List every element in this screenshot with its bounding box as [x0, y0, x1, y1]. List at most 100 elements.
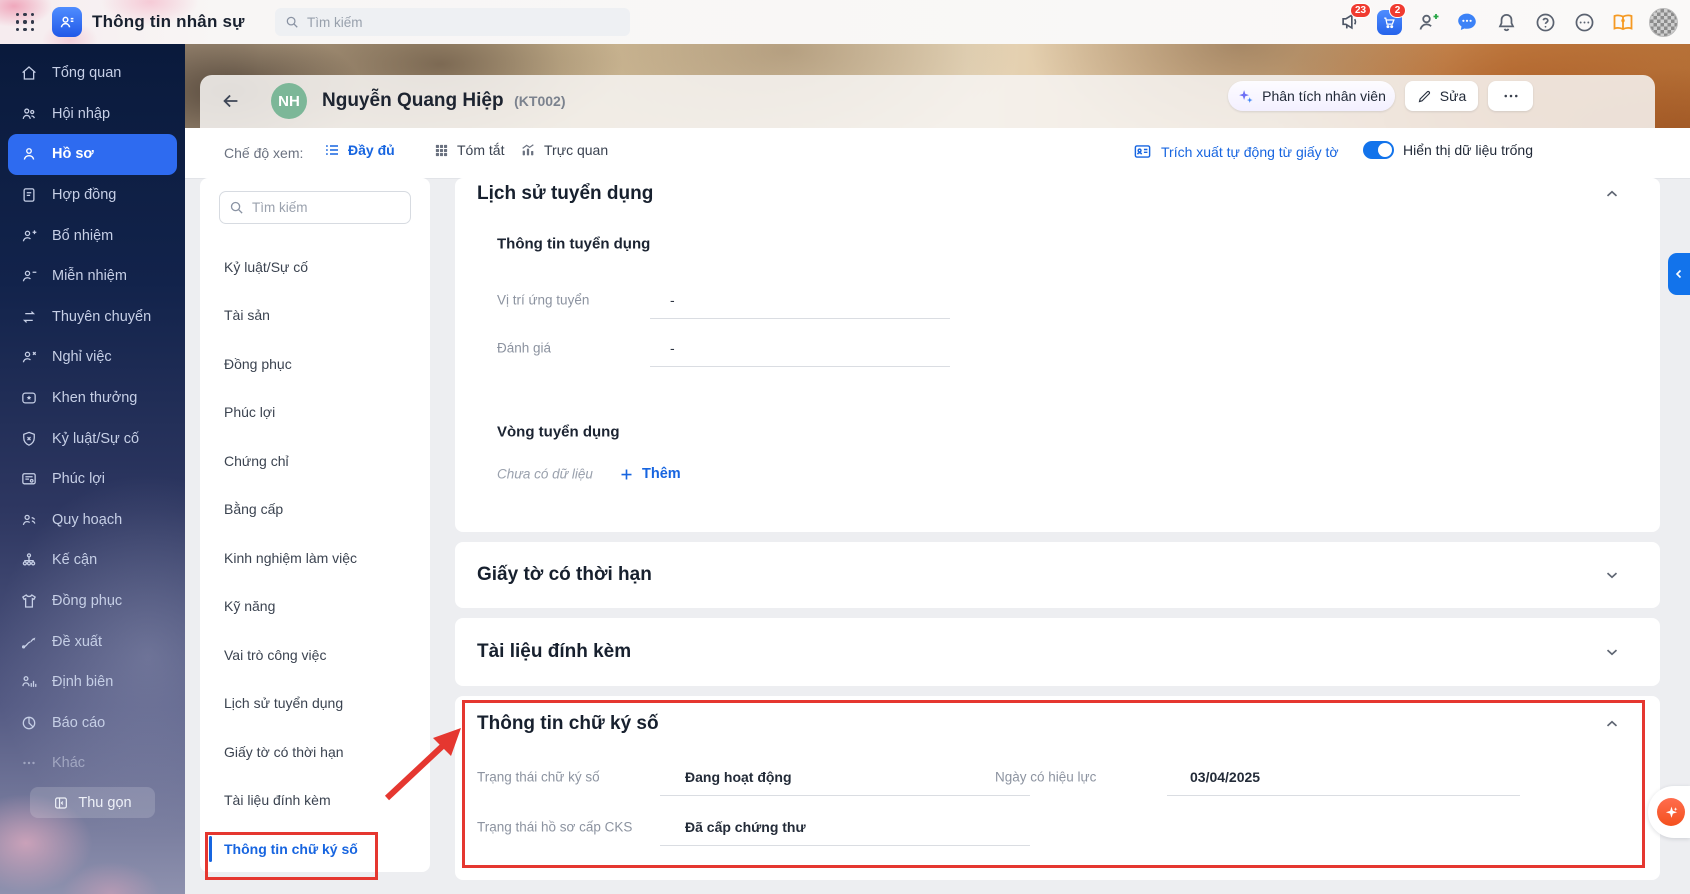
- store-cart-icon[interactable]: 2: [1376, 3, 1406, 35]
- field-value[interactable]: -: [670, 292, 675, 308]
- handbook-icon[interactable]: [1610, 9, 1636, 35]
- profile-nav-item[interactable]: Kỷ luật/Sự cố: [224, 259, 308, 275]
- view-mode-summary[interactable]: Tóm tắt: [434, 142, 504, 158]
- bell-icon[interactable]: [1493, 9, 1519, 35]
- cart-badge: 2: [1389, 3, 1406, 18]
- profile-nav-item[interactable]: Kinh nghiệm làm việc: [224, 550, 357, 566]
- edit-button[interactable]: Sửa: [1405, 81, 1478, 111]
- back-button[interactable]: [217, 87, 245, 115]
- field-label: Đánh giá: [497, 340, 552, 356]
- sidebar: Tổng quan Hội nhập Hồ sơ Hợp đồng Bổ nhi…: [0, 44, 185, 894]
- profile-nav-item[interactable]: Vai trò công việc: [224, 647, 326, 663]
- chat-icon[interactable]: [1454, 9, 1480, 35]
- chevron-down-icon[interactable]: [1603, 643, 1621, 661]
- sidebar-item-de-xuat[interactable]: Đề xuất: [0, 621, 185, 662]
- app-logo-icon[interactable]: [52, 7, 82, 37]
- megaphone-icon[interactable]: 23: [1337, 3, 1372, 35]
- field-value[interactable]: Đang hoạt động: [685, 769, 792, 785]
- profile-nav-item[interactable]: Phúc lợi: [224, 404, 275, 420]
- grid-view-icon: [434, 143, 449, 158]
- sparkle-icon: [1237, 88, 1254, 105]
- transfer-icon: [20, 308, 38, 326]
- award-icon: [20, 389, 38, 407]
- person-minus-icon: [20, 267, 38, 285]
- profile-nav-item[interactable]: Tài sản: [224, 307, 270, 323]
- employee-avatar: NH: [271, 83, 307, 119]
- sidebar-item-nghi-viec[interactable]: Nghỉ việc: [0, 337, 185, 378]
- assistant-sparkle-button[interactable]: [1657, 798, 1685, 826]
- more-icon: [20, 754, 38, 772]
- chevron-up-icon[interactable]: [1603, 185, 1621, 203]
- profile-nav-item-active[interactable]: Thông tin chữ ký số: [224, 841, 358, 857]
- view-mode-full[interactable]: Đầy đủ: [324, 142, 395, 158]
- sidebar-item-quy-hoach[interactable]: Quy hoạch: [0, 500, 185, 541]
- sidebar-item-mien-nhiem[interactable]: Miễn nhiệm: [0, 256, 185, 297]
- sidebar-item-khac[interactable]: Khác: [0, 743, 185, 784]
- sidebar-item-ho-so[interactable]: Hồ sơ: [8, 134, 177, 175]
- sidebar-item-label: Thuyên chuyển: [52, 308, 152, 325]
- show-empty-toggle[interactable]: [1363, 141, 1394, 159]
- field-label: Ngày có hiệu lực: [995, 769, 1097, 785]
- sidebar-item-bao-cao[interactable]: Báo cáo: [0, 703, 185, 744]
- field-value[interactable]: 03/04/2025: [1190, 769, 1260, 785]
- profile-search-input[interactable]: Tìm kiếm: [219, 191, 411, 224]
- sidebar-item-label: Hợp đồng: [52, 187, 117, 204]
- app-window: Thông tin nhân sự Tìm kiếm 23 2 Tổng qua…: [0, 0, 1690, 894]
- more-actions-button[interactable]: [1488, 81, 1533, 111]
- field-value[interactable]: Đã cấp chứng thư: [685, 819, 806, 835]
- collapse-sidebar-button[interactable]: Thu gọn: [30, 787, 155, 818]
- field-value[interactable]: -: [670, 340, 675, 356]
- chevron-down-icon[interactable]: [1603, 566, 1621, 584]
- sidebar-item-dinh-bien[interactable]: Định biên: [0, 662, 185, 703]
- headcount-icon: [20, 673, 38, 691]
- add-round-button[interactable]: Thêm: [619, 466, 681, 482]
- shirt-icon: [20, 592, 38, 610]
- profile-nav-item[interactable]: Kỹ năng: [224, 598, 275, 614]
- sidebar-item-phuc-loi[interactable]: Phúc lợi: [0, 459, 185, 500]
- sidebar-item-hoi-nhap[interactable]: Hội nhập: [0, 94, 185, 135]
- profile-nav-item[interactable]: Chứng chỉ: [224, 453, 289, 469]
- sidebar-item-label: Định biên: [52, 674, 114, 691]
- sidebar-item-label: Kỷ luật/Sự cố: [52, 430, 140, 447]
- empty-data-toggle-group: Hiển thị dữ liệu trống: [1363, 141, 1533, 159]
- profile-nav-item[interactable]: Tài liệu đính kèm: [224, 792, 331, 808]
- auto-extract-link[interactable]: Trích xuất tự động từ giấy tờ: [1133, 142, 1339, 161]
- section-digital-signature: Thông tin chữ ký số Trạng thái chữ ký số…: [455, 696, 1660, 880]
- sidebar-item-bo-nhiem[interactable]: Bổ nhiệm: [0, 215, 185, 256]
- search-icon: [285, 15, 299, 29]
- grid-menu-icon[interactable]: [16, 13, 35, 32]
- chevron-up-icon[interactable]: [1603, 715, 1621, 733]
- more-circle-icon[interactable]: [1571, 9, 1597, 35]
- view-mode-label: Chế độ xem:: [224, 145, 304, 161]
- view-mode-visual-label: Trực quan: [544, 142, 609, 158]
- sidebar-item-label: Quy hoạch: [52, 511, 123, 528]
- sidebar-item-tong-quan[interactable]: Tổng quan: [0, 53, 185, 94]
- person-x-icon: [20, 348, 38, 366]
- sidebar-item-khen-thuong[interactable]: Khen thưởng: [0, 378, 185, 419]
- collapse-panel-tab[interactable]: [1668, 253, 1690, 295]
- field-underline: [660, 845, 1030, 846]
- sidebar-item-thuyen-chuyen[interactable]: Thuyên chuyển: [0, 297, 185, 338]
- field-underline: [650, 318, 950, 319]
- view-mode-bar: Chế độ xem: Đầy đủ Tóm tắt Trực quan Trí…: [185, 128, 1690, 179]
- sidebar-item-dong-phuc[interactable]: Đồng phục: [0, 581, 185, 622]
- profile-nav-item[interactable]: Đồng phục: [224, 356, 292, 372]
- analyze-employee-button[interactable]: Phân tích nhân viên: [1228, 81, 1395, 111]
- recruitment-rounds-title: Vòng tuyển dụng: [497, 423, 620, 441]
- profile-nav-item[interactable]: Bằng cấp: [224, 501, 283, 517]
- field-underline: [660, 795, 1030, 796]
- search-icon: [229, 200, 244, 215]
- profile-nav-item[interactable]: Lịch sử tuyển dụng: [224, 695, 343, 711]
- add-user-icon[interactable]: [1415, 9, 1441, 35]
- sidebar-item-label: Khác: [52, 755, 86, 772]
- view-mode-visual[interactable]: Trực quan: [520, 142, 608, 158]
- sidebar-item-hop-dong[interactable]: Hợp đồng: [0, 175, 185, 216]
- help-icon[interactable]: [1532, 9, 1558, 35]
- user-avatar[interactable]: [1649, 7, 1678, 37]
- global-search-input[interactable]: Tìm kiếm: [275, 8, 630, 36]
- search-placeholder: Tìm kiếm: [307, 14, 363, 30]
- profile-nav-item[interactable]: Giấy tờ có thời hạn: [224, 744, 344, 760]
- sidebar-item-ky-luat[interactable]: Kỷ luật/Sự cố: [0, 418, 185, 459]
- view-mode-full-label: Đầy đủ: [348, 142, 395, 158]
- sidebar-item-ke-can[interactable]: Kế cận: [0, 540, 185, 581]
